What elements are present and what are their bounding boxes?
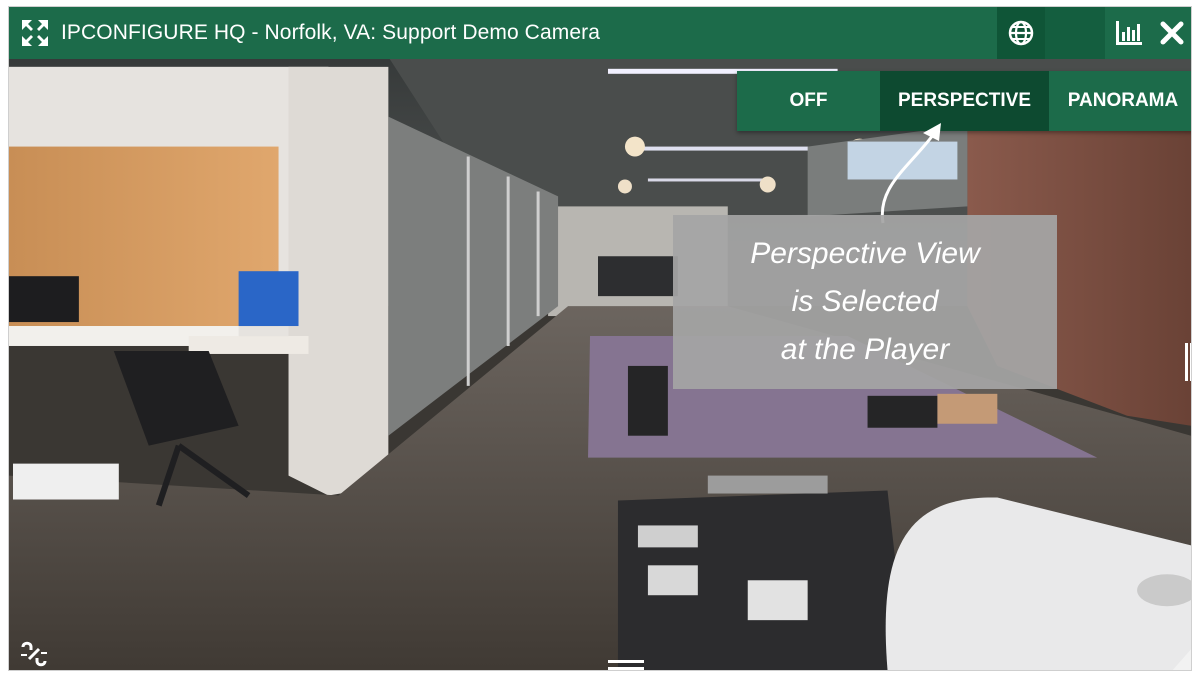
- expand-arrows-icon[interactable]: [9, 7, 61, 59]
- close-x-icon[interactable]: [1153, 7, 1191, 59]
- header-actions: [997, 7, 1191, 59]
- camera-player: IPCONFIGURE HQ - Norfolk, VA: Support De…: [8, 6, 1192, 671]
- annotation-line-2: is Selected: [791, 285, 939, 318]
- annotation-callout: Perspective View is Selected at the Play…: [673, 215, 1057, 389]
- camera-header-bar: IPCONFIGURE HQ - Norfolk, VA: Support De…: [9, 7, 1191, 59]
- camera-title: IPCONFIGURE HQ - Norfolk, VA: Support De…: [61, 21, 600, 44]
- side-panel-handle[interactable]: [1185, 343, 1191, 381]
- view-mode-toggle: OFF PERSPECTIVE PANORAMA: [737, 71, 1191, 131]
- annotation-line-1: Perspective View: [750, 237, 980, 270]
- view-mode-off-button[interactable]: OFF: [737, 71, 880, 131]
- ptz-link-icon[interactable]: [19, 639, 49, 669]
- view-mode-panorama-button[interactable]: PANORAMA: [1049, 71, 1191, 131]
- resize-grip-icon[interactable]: [1171, 647, 1191, 670]
- bottom-drawer-handle[interactable]: [608, 658, 644, 670]
- annotation-line-3: at the Player: [780, 333, 950, 366]
- bar-chart-icon[interactable]: [1105, 7, 1153, 59]
- view-mode-perspective-button[interactable]: PERSPECTIVE: [880, 71, 1049, 131]
- header-spacer: [1045, 7, 1105, 59]
- globe-icon[interactable]: [997, 7, 1045, 59]
